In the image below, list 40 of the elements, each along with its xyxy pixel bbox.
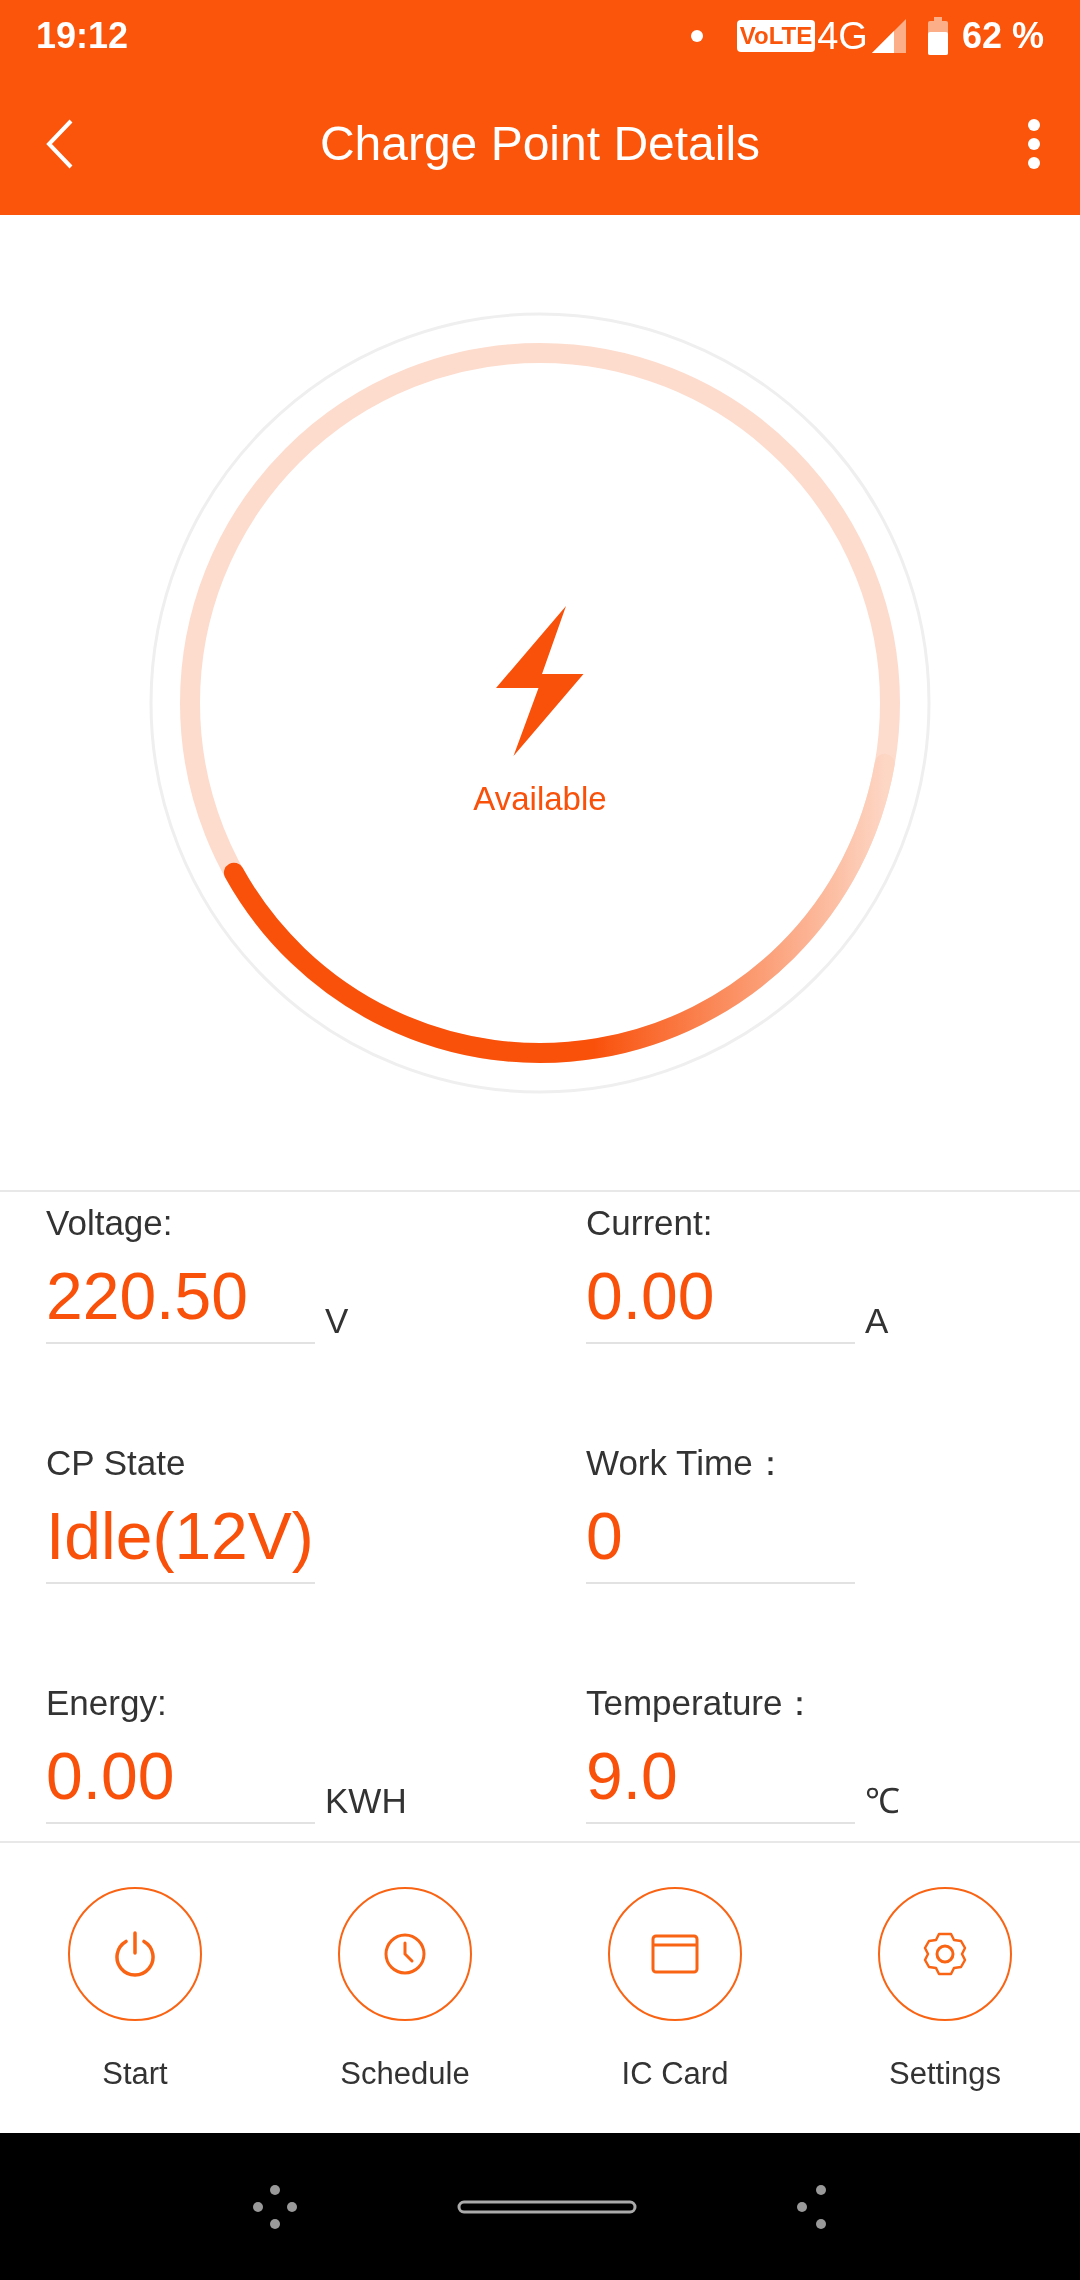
battery-icon — [927, 17, 948, 55]
action-button[interactable] — [338, 1887, 472, 2021]
reading-value: 0 — [586, 1496, 855, 1584]
power-icon — [115, 1931, 155, 1977]
reading-label: Voltage: — [46, 1202, 173, 1244]
reading-value: 9.0 — [586, 1736, 855, 1824]
recents-icon[interactable] — [253, 2184, 297, 2229]
reading-label: Energy: — [46, 1682, 167, 1724]
reading-label: CP State — [46, 1442, 186, 1484]
reading-value: 0.00 — [586, 1256, 855, 1344]
action-button[interactable] — [68, 1887, 202, 2021]
unit-label: KWH — [325, 1780, 407, 1822]
reading-value: Idle(12V) — [46, 1496, 315, 1584]
action-button[interactable] — [878, 1887, 1012, 2021]
more-options-icon — [1027, 118, 1041, 169]
clock-time: 19:12 — [36, 14, 129, 58]
unit-label: A — [865, 1300, 889, 1342]
unit-label: V — [325, 1300, 349, 1342]
back-nav-icon[interactable] — [797, 2184, 827, 2229]
lightning-bolt-icon — [496, 605, 584, 756]
signal-icon — [871, 19, 906, 53]
back-icon — [45, 118, 75, 169]
action-label: Schedule — [340, 2055, 470, 2093]
volte-badge: VoLTE — [736, 20, 816, 52]
reading-value: 0.00 — [46, 1736, 315, 1824]
reading-value: 220.50 — [46, 1256, 315, 1344]
unit-label: ℃ — [865, 1780, 900, 1822]
reading-label: Current: — [586, 1202, 713, 1244]
action-label: Settings — [889, 2055, 1001, 2093]
network-type: 4G — [817, 13, 868, 59]
reading-label: Temperature： — [586, 1682, 818, 1724]
charger-status: Available — [473, 778, 607, 819]
action-label: IC Card — [621, 2055, 729, 2093]
action-button[interactable] — [608, 1887, 742, 2021]
reading-label: Work Time： — [586, 1442, 788, 1484]
notification-dot-icon — [690, 30, 703, 42]
action-label: Start — [102, 2055, 168, 2093]
page-title: Charge Point Details — [318, 115, 762, 172]
battery-percentage: 62 % — [961, 14, 1044, 58]
home-icon[interactable] — [457, 2199, 637, 2214]
